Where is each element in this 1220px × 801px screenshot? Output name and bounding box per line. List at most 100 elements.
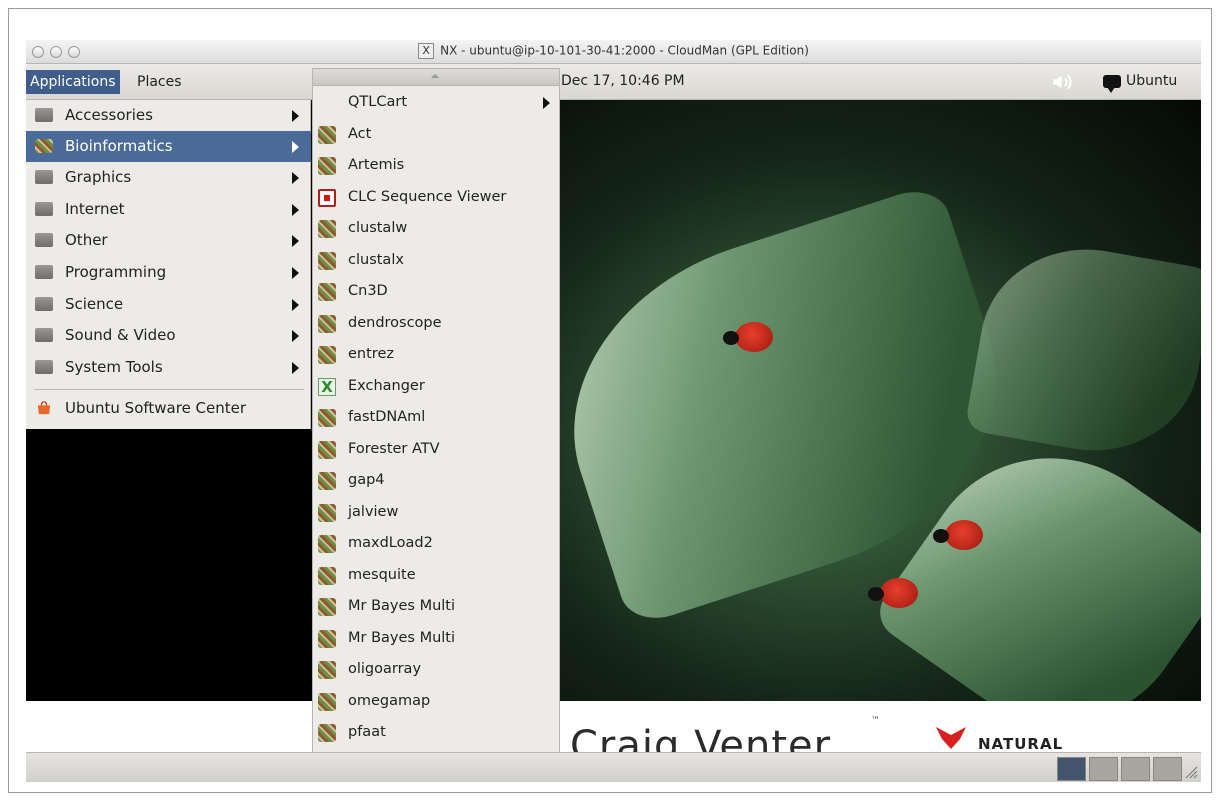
user-menu[interactable]: Ubuntu	[1126, 64, 1177, 99]
ladybug-image	[933, 520, 983, 550]
submenu-item-label: Forester ATV	[348, 441, 440, 457]
window-title-text: NX - ubuntu@ip-10-101-30-41:2000 - Cloud…	[440, 43, 809, 58]
submenu-item-label: QTLCart	[348, 94, 408, 110]
dna-icon	[318, 661, 336, 679]
menu-item-programming[interactable]: Programming	[26, 257, 311, 288]
applications-dropdown: Accessories Bioinformatics Graphics Inte…	[26, 100, 311, 429]
submenu-scroll-up[interactable]	[313, 69, 559, 86]
menu-item-science[interactable]: Science	[26, 289, 311, 320]
submenu-item-mesquite[interactable]: mesquite	[313, 560, 559, 592]
menu-item-label: System Tools	[65, 358, 163, 376]
submenu-arrow-icon	[543, 97, 550, 109]
submenu-arrow-icon	[292, 267, 299, 279]
submenu-item-dendroscope[interactable]: dendroscope	[313, 308, 559, 340]
submenu-item-label: gap4	[348, 472, 385, 488]
menu-separator	[34, 389, 304, 390]
submenu-arrow-icon	[292, 362, 299, 374]
menu-item-label: Internet	[65, 200, 125, 218]
submenu-item-qtlcart[interactable]: QTLCart	[313, 87, 559, 119]
submenu-item-label: entrez	[348, 346, 394, 362]
dna-icon	[318, 535, 336, 553]
submenu-item-mr-bayes-multi-2[interactable]: Mr Bayes Multi	[313, 623, 559, 655]
submenu-item-clustalx[interactable]: clustalx	[313, 245, 559, 277]
menu-item-ubuntu-software-center[interactable]: Ubuntu Software Center	[26, 393, 311, 424]
menu-item-graphics[interactable]: Graphics	[26, 162, 311, 193]
dna-icon	[318, 724, 336, 742]
dna-icon	[318, 315, 336, 333]
submenu-item-clc-sequence-viewer[interactable]: CLC Sequence Viewer	[313, 182, 559, 214]
shopping-bag-icon	[37, 401, 51, 415]
submenu-arrow-icon	[292, 204, 299, 216]
submenu-item-cn3d[interactable]: Cn3D	[313, 276, 559, 308]
menu-item-label: Ubuntu Software Center	[65, 399, 247, 417]
submenu-item-label: Mr Bayes Multi	[348, 598, 456, 614]
applications-menu[interactable]: Applications	[26, 70, 120, 94]
submenu-item-label: Act	[348, 126, 372, 142]
bottom-panel	[26, 752, 1201, 782]
submenu-item-label: pfaat	[348, 724, 386, 740]
menu-item-accessories[interactable]: Accessories	[26, 100, 311, 131]
gnome-top-panel: Applications Places Dec 17, 10:46 PM Ubu…	[26, 64, 1201, 100]
submenu-item-label: clustalw	[348, 220, 408, 236]
menu-item-label: Science	[65, 295, 124, 313]
submenu-item-fastdnaml[interactable]: fastDNAml	[313, 402, 559, 434]
system-tools-icon	[35, 360, 53, 374]
dna-icon	[318, 598, 336, 616]
menu-item-label: Programming	[65, 263, 167, 281]
submenu-item-mr-bayes-multi[interactable]: Mr Bayes Multi	[313, 591, 559, 623]
ladybug-image	[723, 322, 773, 352]
menu-item-label: Other	[65, 231, 108, 249]
bioinformatics-submenu: QTLCart Act Artemis CLC Sequence Viewer …	[312, 68, 560, 780]
workspace-2[interactable]	[1089, 757, 1118, 781]
clc-icon	[318, 189, 336, 207]
volume-icon[interactable]	[1051, 72, 1073, 92]
trademark-symbol: ™	[871, 716, 880, 726]
workspace-4[interactable]	[1153, 757, 1182, 781]
submenu-item-omegamap[interactable]: omegamap	[313, 686, 559, 718]
submenu-item-act[interactable]: Act	[313, 119, 559, 151]
submenu-arrow-icon	[292, 172, 299, 184]
desktop-wallpaper	[560, 100, 1201, 701]
submenu-item-label: Artemis	[348, 157, 405, 173]
submenu-item-clustalw[interactable]: clustalw	[313, 213, 559, 245]
submenu-item-oligoarray[interactable]: oligoarray	[313, 654, 559, 686]
submenu-item-forester-atv[interactable]: Forester ATV	[313, 434, 559, 466]
panel-clock[interactable]: Dec 17, 10:46 PM	[561, 64, 685, 99]
sound-video-icon	[35, 328, 53, 342]
submenu-item-maxdload2[interactable]: maxdLoad2	[313, 528, 559, 560]
submenu-item-label: fastDNAml	[348, 409, 426, 425]
menu-item-other[interactable]: Other	[26, 225, 311, 256]
dna-icon	[318, 472, 336, 490]
submenu-item-pfaat[interactable]: pfaat	[313, 717, 559, 749]
submenu-item-exchanger[interactable]: X Exchanger	[313, 371, 559, 403]
workspace-3[interactable]	[1121, 757, 1150, 781]
dna-icon	[318, 693, 336, 711]
dna-icon	[318, 157, 336, 175]
menu-item-internet[interactable]: Internet	[26, 194, 311, 225]
dna-icon	[318, 346, 336, 364]
places-menu[interactable]: Places	[133, 70, 186, 94]
submenu-item-gap4[interactable]: gap4	[313, 465, 559, 497]
submenu-item-label: maxdLoad2	[348, 535, 433, 551]
chat-status-icon[interactable]	[1103, 75, 1121, 93]
submenu-arrow-icon	[292, 330, 299, 342]
menu-item-sound-video[interactable]: Sound & Video	[26, 320, 311, 351]
dna-icon	[318, 126, 336, 144]
submenu-item-jalview[interactable]: jalview	[313, 497, 559, 529]
resize-grip-icon[interactable]	[1184, 765, 1198, 779]
menu-item-bioinformatics[interactable]: Bioinformatics	[26, 131, 311, 162]
menu-item-label: Graphics	[65, 168, 132, 186]
menu-item-system-tools[interactable]: System Tools	[26, 352, 311, 383]
window-titlebar[interactable]: X NX - ubuntu@ip-10-101-30-41:2000 - Clou…	[26, 40, 1201, 64]
submenu-item-label: Exchanger	[348, 378, 425, 394]
dna-icon	[35, 139, 53, 153]
workspace-1[interactable]	[1057, 757, 1086, 781]
submenu-item-label: mesquite	[348, 567, 416, 583]
submenu-item-entrez[interactable]: entrez	[313, 339, 559, 371]
submenu-arrow-icon	[292, 299, 299, 311]
submenu-item-artemis[interactable]: Artemis	[313, 150, 559, 182]
window-title: X NX - ubuntu@ip-10-101-30-41:2000 - Clou…	[26, 43, 1201, 59]
dna-icon	[318, 567, 336, 585]
dna-icon	[318, 252, 336, 270]
submenu-item-label: omegamap	[348, 693, 431, 709]
